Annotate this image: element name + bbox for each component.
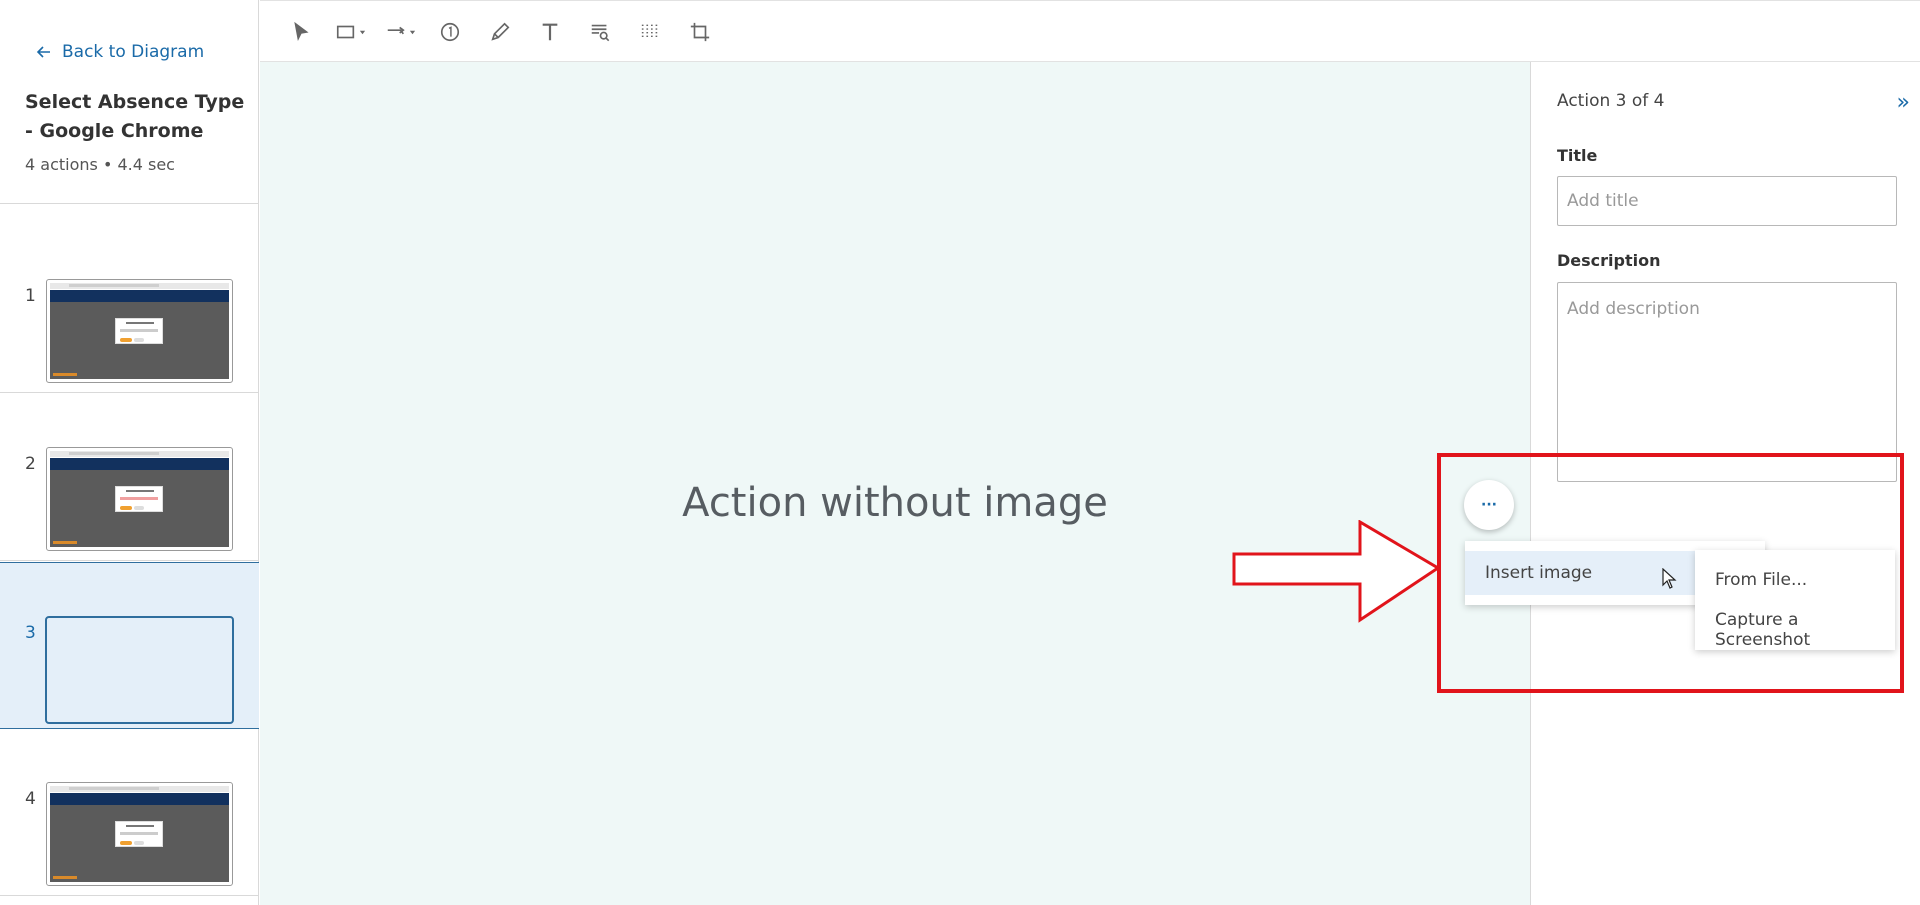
chevron-down-icon: [409, 30, 416, 34]
step-item-1[interactable]: 1: [0, 226, 259, 393]
step-number: 1: [25, 286, 36, 306]
step-thumbnail[interactable]: [46, 782, 233, 886]
arrow-icon: [387, 26, 405, 35]
action-counter: Action 3 of 4: [1557, 91, 1665, 111]
step-thumbnail[interactable]: [46, 279, 233, 383]
divider: [0, 203, 259, 204]
rectangle-tool[interactable]: [335, 19, 366, 45]
step-item-2[interactable]: 2: [0, 394, 259, 561]
step-thumbnail[interactable]: [46, 447, 233, 551]
back-label: Back to Diagram: [62, 42, 205, 62]
collapse-panel-icon[interactable]: »: [1897, 90, 1910, 115]
step-item-3[interactable]: 3: [0, 562, 259, 729]
rectangle-icon: [336, 25, 355, 39]
steps-sidebar: Back to Diagram Select Absence Type - Go…: [0, 0, 259, 905]
pen-icon: [491, 22, 510, 41]
text-tool[interactable]: [539, 19, 561, 45]
pen-tool[interactable]: [489, 19, 511, 45]
crop-tool[interactable]: [689, 19, 711, 45]
pointer-icon: [294, 21, 309, 41]
back-to-diagram-link[interactable]: Back to Diagram: [36, 42, 204, 62]
step-item-4[interactable]: 4: [0, 729, 259, 896]
step-number: 3: [25, 623, 36, 643]
blur-icon: [641, 24, 658, 40]
blur-tool[interactable]: [639, 19, 661, 45]
pointer-tool[interactable]: [290, 19, 312, 45]
step-thumbnail-empty[interactable]: [45, 616, 234, 724]
red-arrow-annotation: [1232, 520, 1441, 623]
recording-meta: 4 actions • 4.4 sec: [25, 155, 175, 174]
description-textarea[interactable]: [1557, 282, 1897, 482]
step-number: 4: [25, 789, 36, 809]
arrow-left-icon: [36, 46, 50, 58]
annotation-toolbar: [260, 0, 1920, 62]
title-label: Title: [1557, 146, 1598, 165]
canvas-area: Action without image: [260, 62, 1530, 905]
title-input[interactable]: [1557, 176, 1897, 226]
callout-tool[interactable]: [439, 19, 461, 45]
recording-title: Select Absence Type - Google Chrome: [25, 91, 245, 142]
chevron-down-icon: [359, 30, 366, 34]
step-number: 2: [25, 454, 36, 474]
text-icon: [542, 23, 558, 41]
crop-icon: [690, 22, 710, 42]
magnifier-icon: [591, 24, 610, 42]
numbered-callout-icon: [440, 22, 460, 42]
magnifier-tool[interactable]: [589, 19, 611, 45]
arrow-tool[interactable]: [385, 19, 416, 45]
highlight-box-annotation: [1437, 453, 1904, 693]
description-label: Description: [1557, 251, 1661, 270]
